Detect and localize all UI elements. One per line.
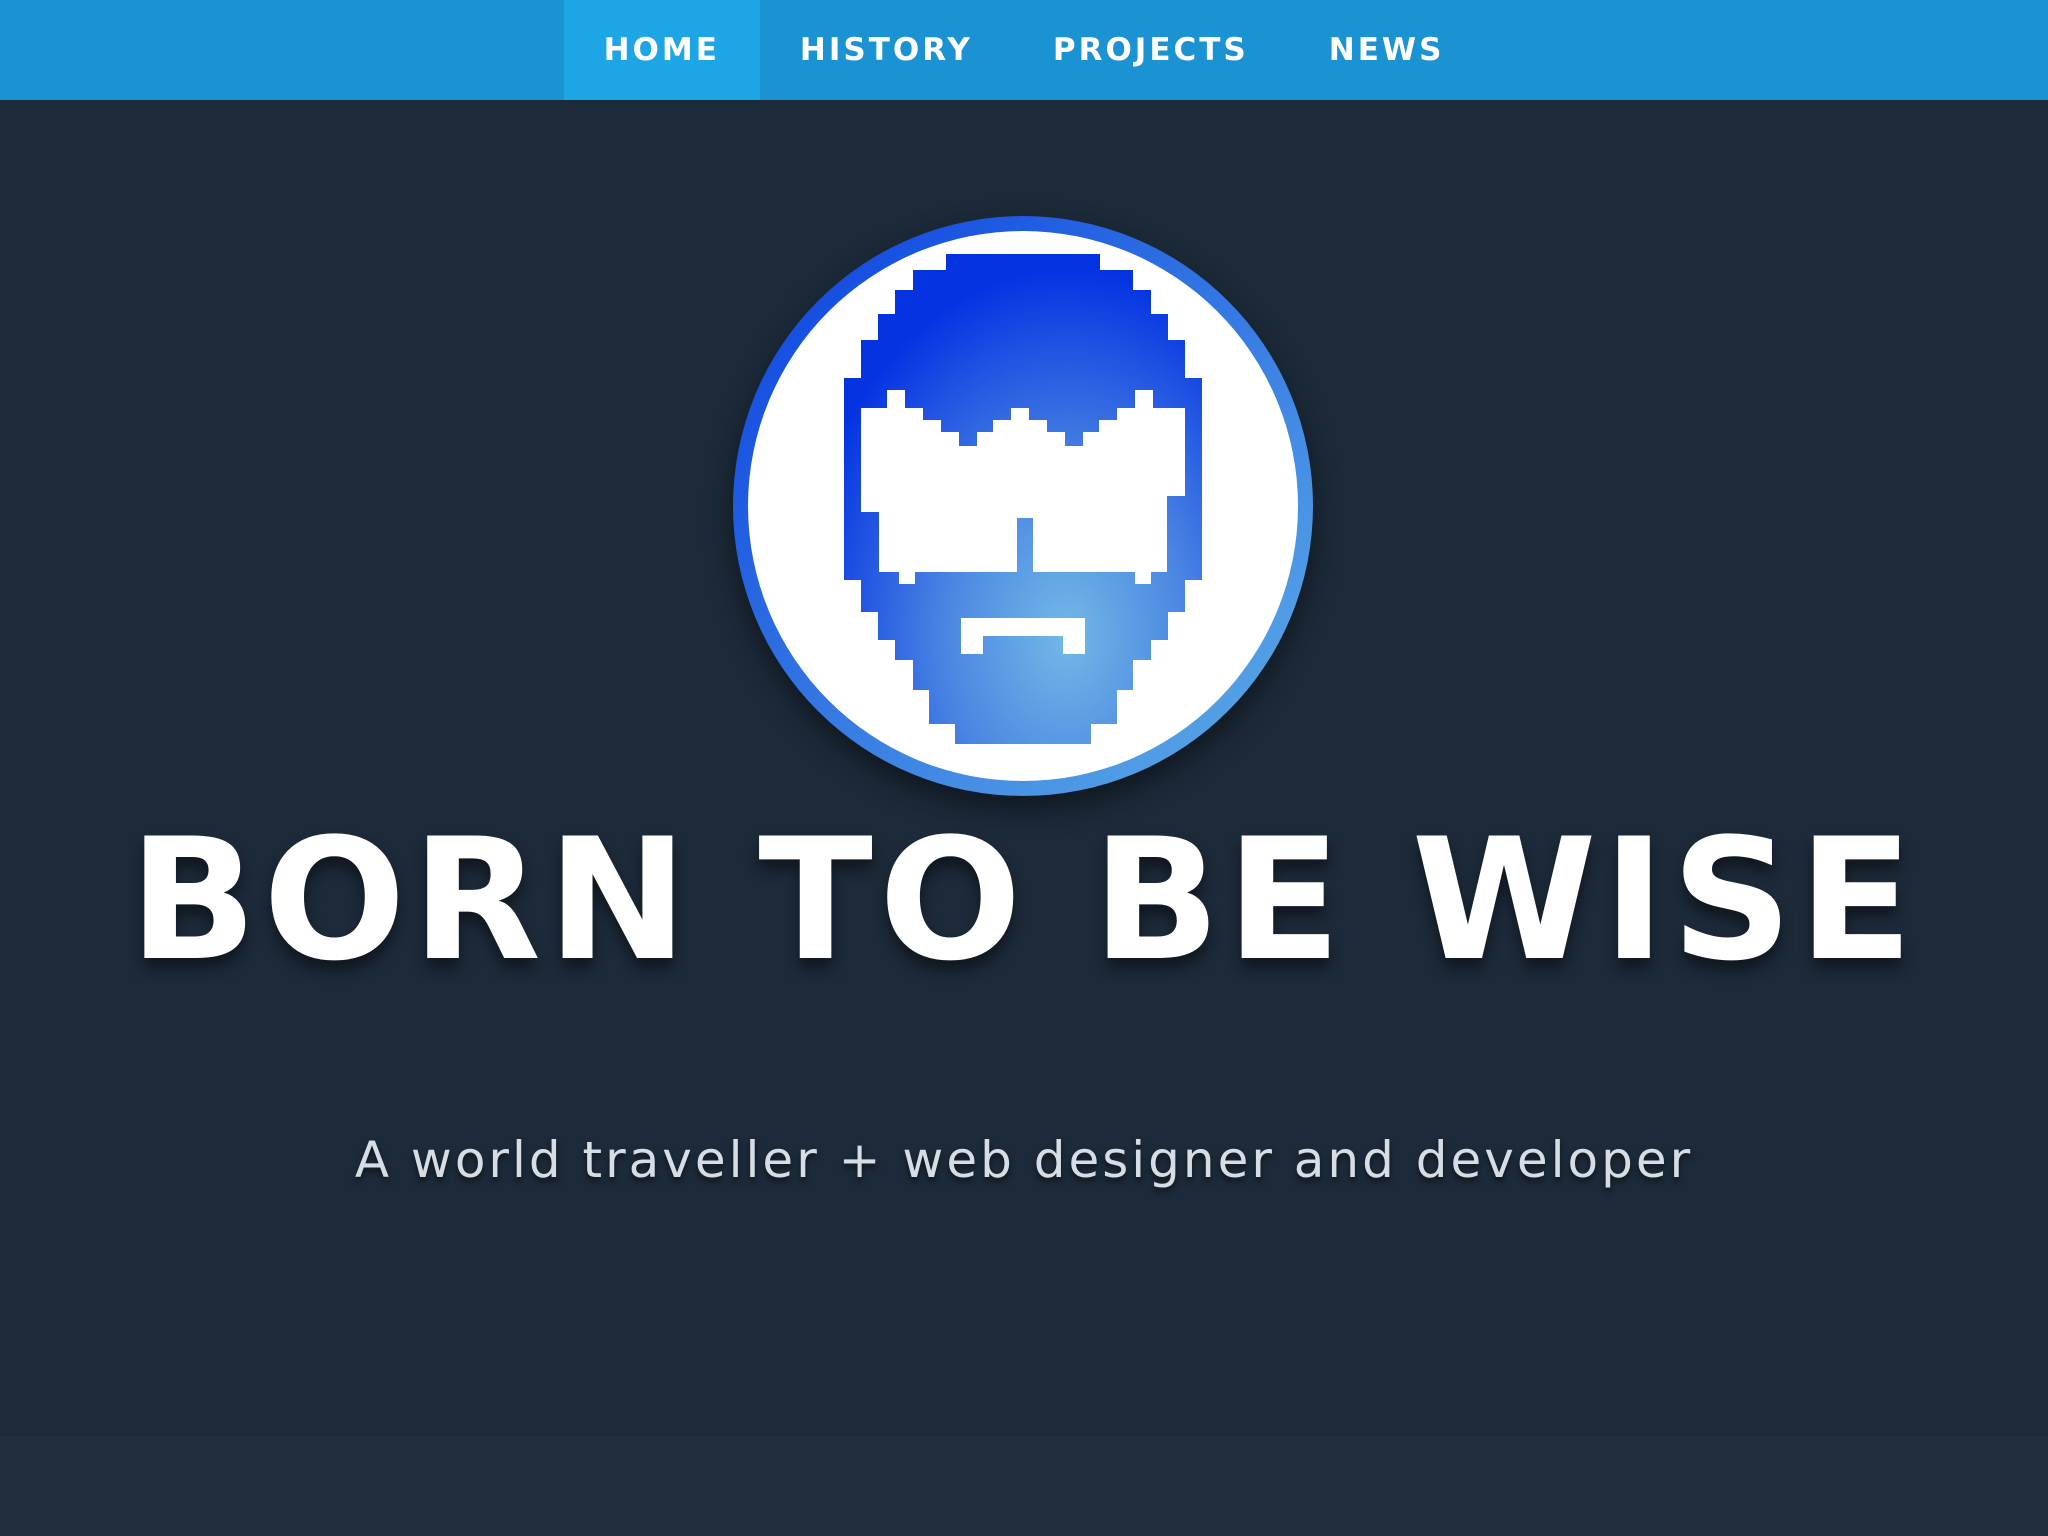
nav-item-home[interactable]: HOME [563, 0, 760, 100]
site-tagline: A world traveller + web designer and dev… [354, 1131, 1694, 1189]
top-navbar: HOME HISTORY PROJECTS NEWS [0, 0, 2048, 100]
nav-item-news[interactable]: NEWS [1289, 0, 1485, 100]
nav-item-history[interactable]: HISTORY [760, 0, 1013, 100]
avatar-logo [733, 216, 1313, 796]
nav-menu: HOME HISTORY PROJECTS NEWS [563, 0, 1485, 100]
footer-band [0, 1436, 2048, 1536]
bearded-face-with-sunglasses-icon [733, 216, 1313, 796]
site-title: BORN TO BE WISE [128, 802, 1920, 998]
nav-item-projects[interactable]: PROJECTS [1013, 0, 1289, 100]
